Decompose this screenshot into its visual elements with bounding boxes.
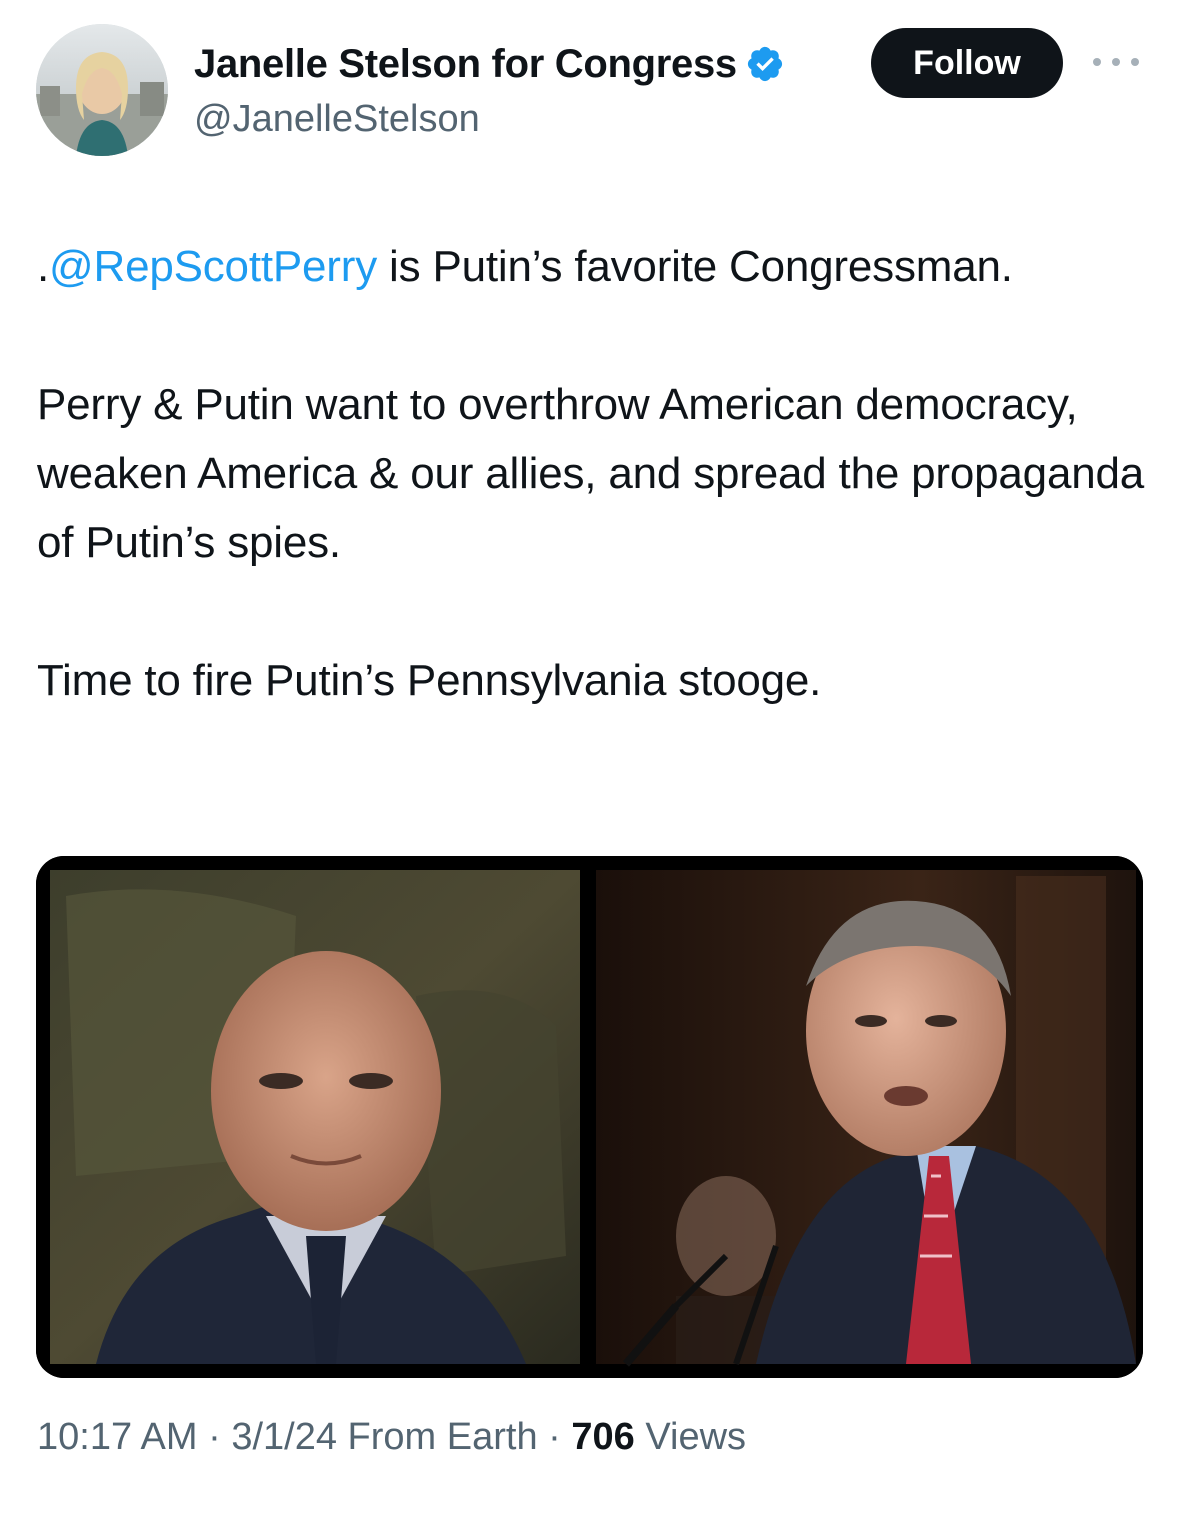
meta-separator: · — [197, 1416, 232, 1458]
tweet-paragraph-3: Time to fire Putin’s Pennsylvania stooge… — [37, 656, 822, 705]
avatar-photo — [36, 24, 168, 156]
mention-link[interactable]: @RepScottPerry — [49, 242, 377, 291]
meta-separator: · — [537, 1416, 572, 1458]
media-image — [36, 856, 1143, 1378]
more-dot — [1131, 58, 1139, 66]
avatar[interactable] — [36, 24, 168, 156]
paragraph-1-text: is Putin’s favorite Congressman. — [377, 242, 1013, 291]
tweet-paragraph-1: .@RepScottPerry is Putin’s favorite Cong… — [37, 232, 1147, 301]
follow-button[interactable]: Follow — [871, 28, 1063, 98]
more-horizontal-icon[interactable] — [1093, 52, 1139, 72]
more-dot — [1112, 58, 1120, 66]
mention-prefix: . — [37, 242, 50, 291]
tweet-paragraph-2: Perry & Putin want to overthrow American… — [37, 380, 1145, 567]
tweet-meta: 10:17 AM · 3/1/24 From Earth · 706 Views — [37, 1412, 746, 1462]
author-name-row: Janelle Stelson for Congress — [194, 40, 785, 88]
views-label: Views — [634, 1416, 747, 1458]
author-handle[interactable]: @JanelleStelson — [194, 96, 480, 142]
more-dot — [1093, 58, 1101, 66]
display-name[interactable]: Janelle Stelson for Congress — [194, 40, 737, 88]
tweet-media[interactable] — [36, 856, 1143, 1378]
tweet-text: .@RepScottPerry is Putin’s favorite Cong… — [37, 232, 1147, 715]
tweet-source: From Earth — [337, 1416, 538, 1458]
verified-badge-icon — [745, 44, 785, 84]
tweet-time[interactable]: 10:17 AM — [37, 1416, 198, 1458]
views-count[interactable]: 706 — [571, 1416, 634, 1458]
tweet-date[interactable]: 3/1/24 — [231, 1416, 337, 1458]
